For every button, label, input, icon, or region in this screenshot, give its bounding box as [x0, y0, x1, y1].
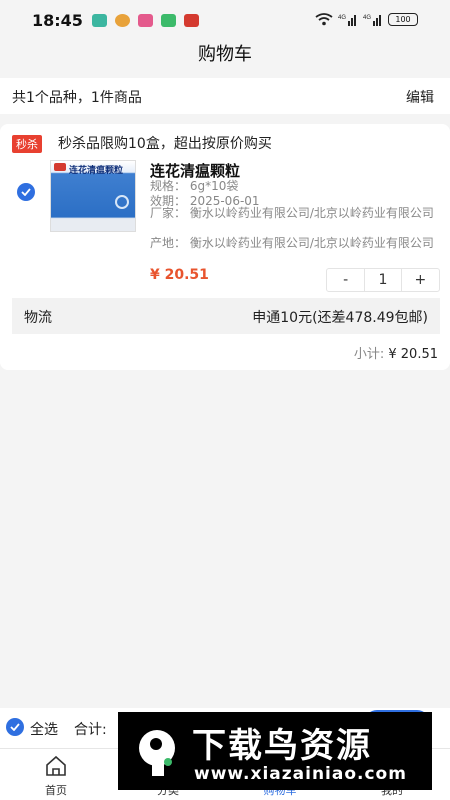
subtotal: 小计: ¥ 20.51 — [354, 343, 438, 362]
weibo-icon — [115, 14, 130, 27]
item-select-checkbox[interactable] — [17, 183, 35, 201]
logistics-value: 申通10元(还差478.49包邮) — [252, 310, 428, 326]
tab-label: 首页 — [45, 784, 67, 797]
signal-icon: 4G — [363, 15, 381, 26]
app-notification-icon — [184, 14, 199, 27]
battery-icon: 100 — [388, 13, 418, 26]
edit-button[interactable]: 编辑 — [406, 87, 434, 107]
subtotal-label: 小计: — [353, 347, 385, 362]
page-title: 购物车 — [198, 44, 252, 65]
system-icons: 4G 4G 100 — [315, 13, 418, 26]
logistics-row[interactable]: 物流 申通10元(还差478.49包邮) — [12, 298, 440, 334]
select-all-label[interactable]: 全选 — [30, 719, 58, 739]
svg-text:4G: 4G — [338, 15, 346, 21]
app-notification-icon — [92, 14, 107, 27]
clock: 18:45 — [32, 11, 83, 30]
home-icon — [46, 755, 66, 776]
package-title: 连花清瘟颗粒 — [69, 166, 124, 176]
watermark-logo: 下载鸟资源 www.xiazainiao.com — [118, 712, 432, 790]
checkmark-icon — [21, 188, 31, 196]
product-origin: 产地： 衡水以岭药业有限公司/北京以岭药业有限公司 — [150, 236, 434, 250]
watermark-text: 下载鸟资源 — [192, 726, 372, 766]
notification-icons — [92, 14, 199, 27]
brand-logo — [54, 163, 66, 171]
cart-summary-bar: 共1个品种，1件商品 编辑 — [0, 78, 450, 114]
package-graphic — [115, 195, 129, 209]
watermark-url: www.xiazainiao.com — [194, 764, 407, 784]
svg-text:4G: 4G — [363, 15, 371, 21]
app-notification-icon — [161, 14, 176, 27]
product-manufacturer: 厂家： 衡水以岭药业有限公司/北京以岭药业有限公司 — [150, 206, 434, 220]
subtotal-value: ¥ 20.51 — [388, 347, 438, 362]
total-label: 合计: — [74, 722, 107, 738]
quantity-value[interactable]: 1 — [364, 269, 402, 291]
cart-summary-text: 共1个品种，1件商品 — [12, 90, 142, 106]
tab-home[interactable]: 首页 — [0, 749, 112, 800]
app-notification-icon — [138, 14, 153, 27]
promo-notice: 秒杀品限购10盒，超出按原价购买 — [58, 136, 272, 152]
flash-sale-badge: 秒杀 — [12, 135, 42, 153]
decrease-quantity-button[interactable]: - — [327, 269, 364, 291]
select-all-checkbox[interactable] — [6, 718, 24, 736]
wifi-icon — [315, 13, 333, 26]
increase-quantity-button[interactable]: + — [402, 269, 439, 291]
signal-icon: 4G — [338, 15, 356, 26]
checkmark-icon — [10, 723, 20, 731]
product-price: ¥ 20.51 — [150, 267, 209, 283]
bird-logo-icon — [139, 730, 175, 776]
quantity-stepper: - 1 + — [326, 268, 440, 292]
product-image[interactable]: 连花清瘟颗粒 — [50, 160, 136, 232]
status-bar: 18:45 4G 4G 100 — [0, 0, 450, 40]
logistics-label: 物流 — [24, 310, 52, 326]
